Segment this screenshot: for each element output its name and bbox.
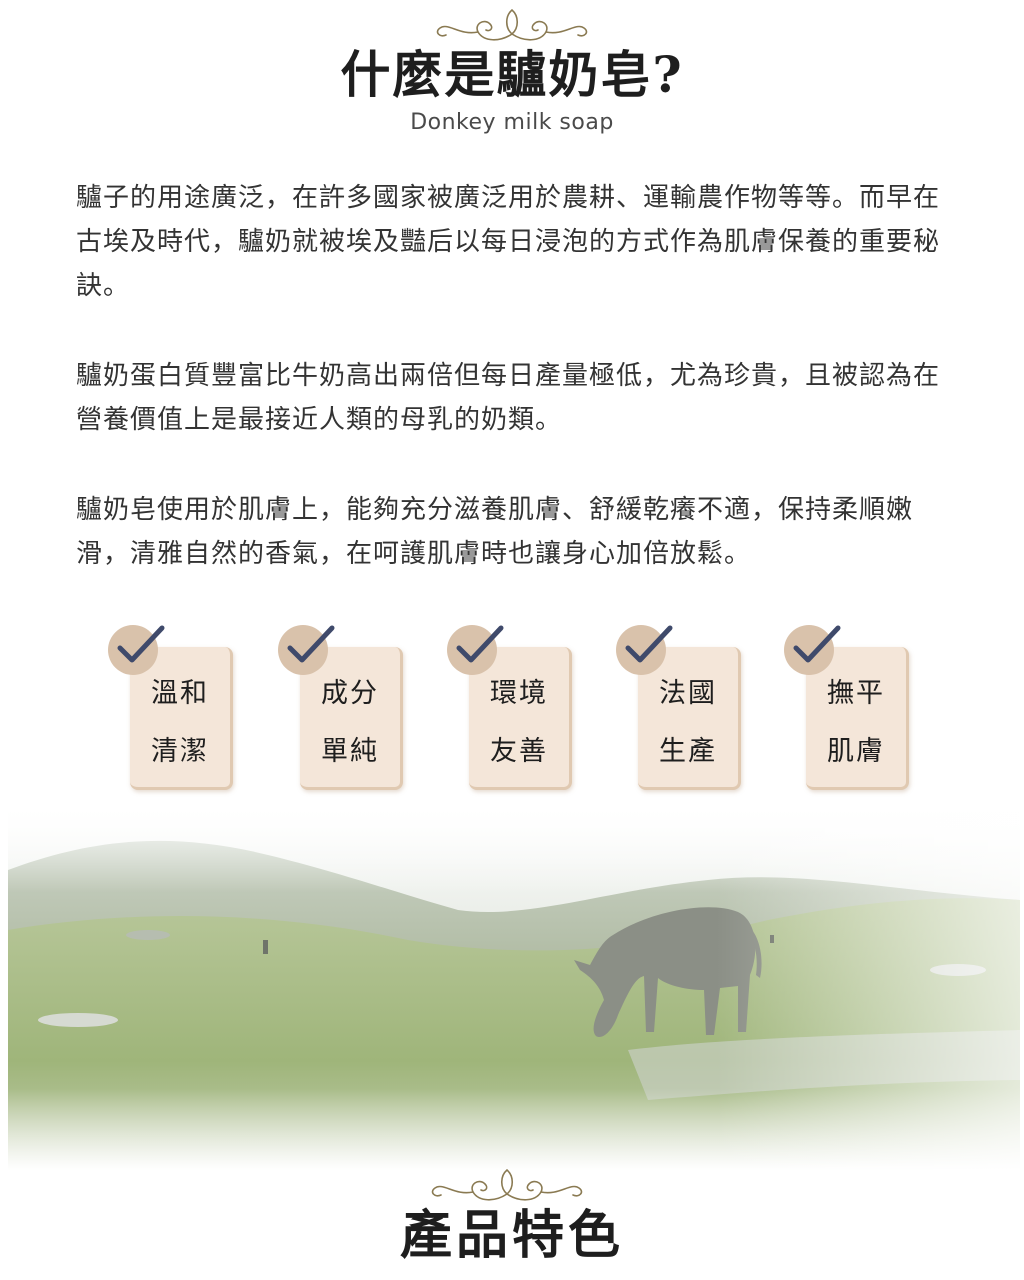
checkmark-icon	[784, 625, 841, 675]
paragraph-nutrition: 驢奶蛋白質豐富比牛奶高出兩倍但每日產量極低，尤為珍貴，且被認為在營養價值上是最接…	[76, 361, 941, 435]
checkmark-icon	[108, 625, 165, 675]
section-title: 產品特色	[399, 1205, 624, 1266]
feature-label: 肌膚	[827, 736, 885, 767]
checkmark-icon	[447, 625, 504, 675]
feature-label: 清潔	[151, 736, 209, 767]
page-subtitle: Donkey milk soap	[410, 110, 614, 135]
checkmark-icon	[616, 625, 673, 675]
checkmark-icon	[278, 625, 335, 675]
paragraph-benefits: 驢奶皂使用於肌膚上，能夠充分滋養肌膚、舒緩乾癢不適，保持柔順嫩滑，清雅自然的香氣…	[76, 495, 914, 569]
page-title: 什麼是驢奶皂?	[340, 45, 684, 104]
feature-label: 生產	[659, 736, 717, 767]
feature-label: 單純	[321, 736, 379, 767]
landscape-donkey-image	[8, 800, 1020, 1170]
paragraph-donkey-history: 驢子的用途廣泛，在許多國家被廣泛用於農耕、運輸農作物等等。而早在古埃及時代，驢奶…	[76, 183, 941, 301]
feature-label: 友善	[490, 736, 548, 767]
